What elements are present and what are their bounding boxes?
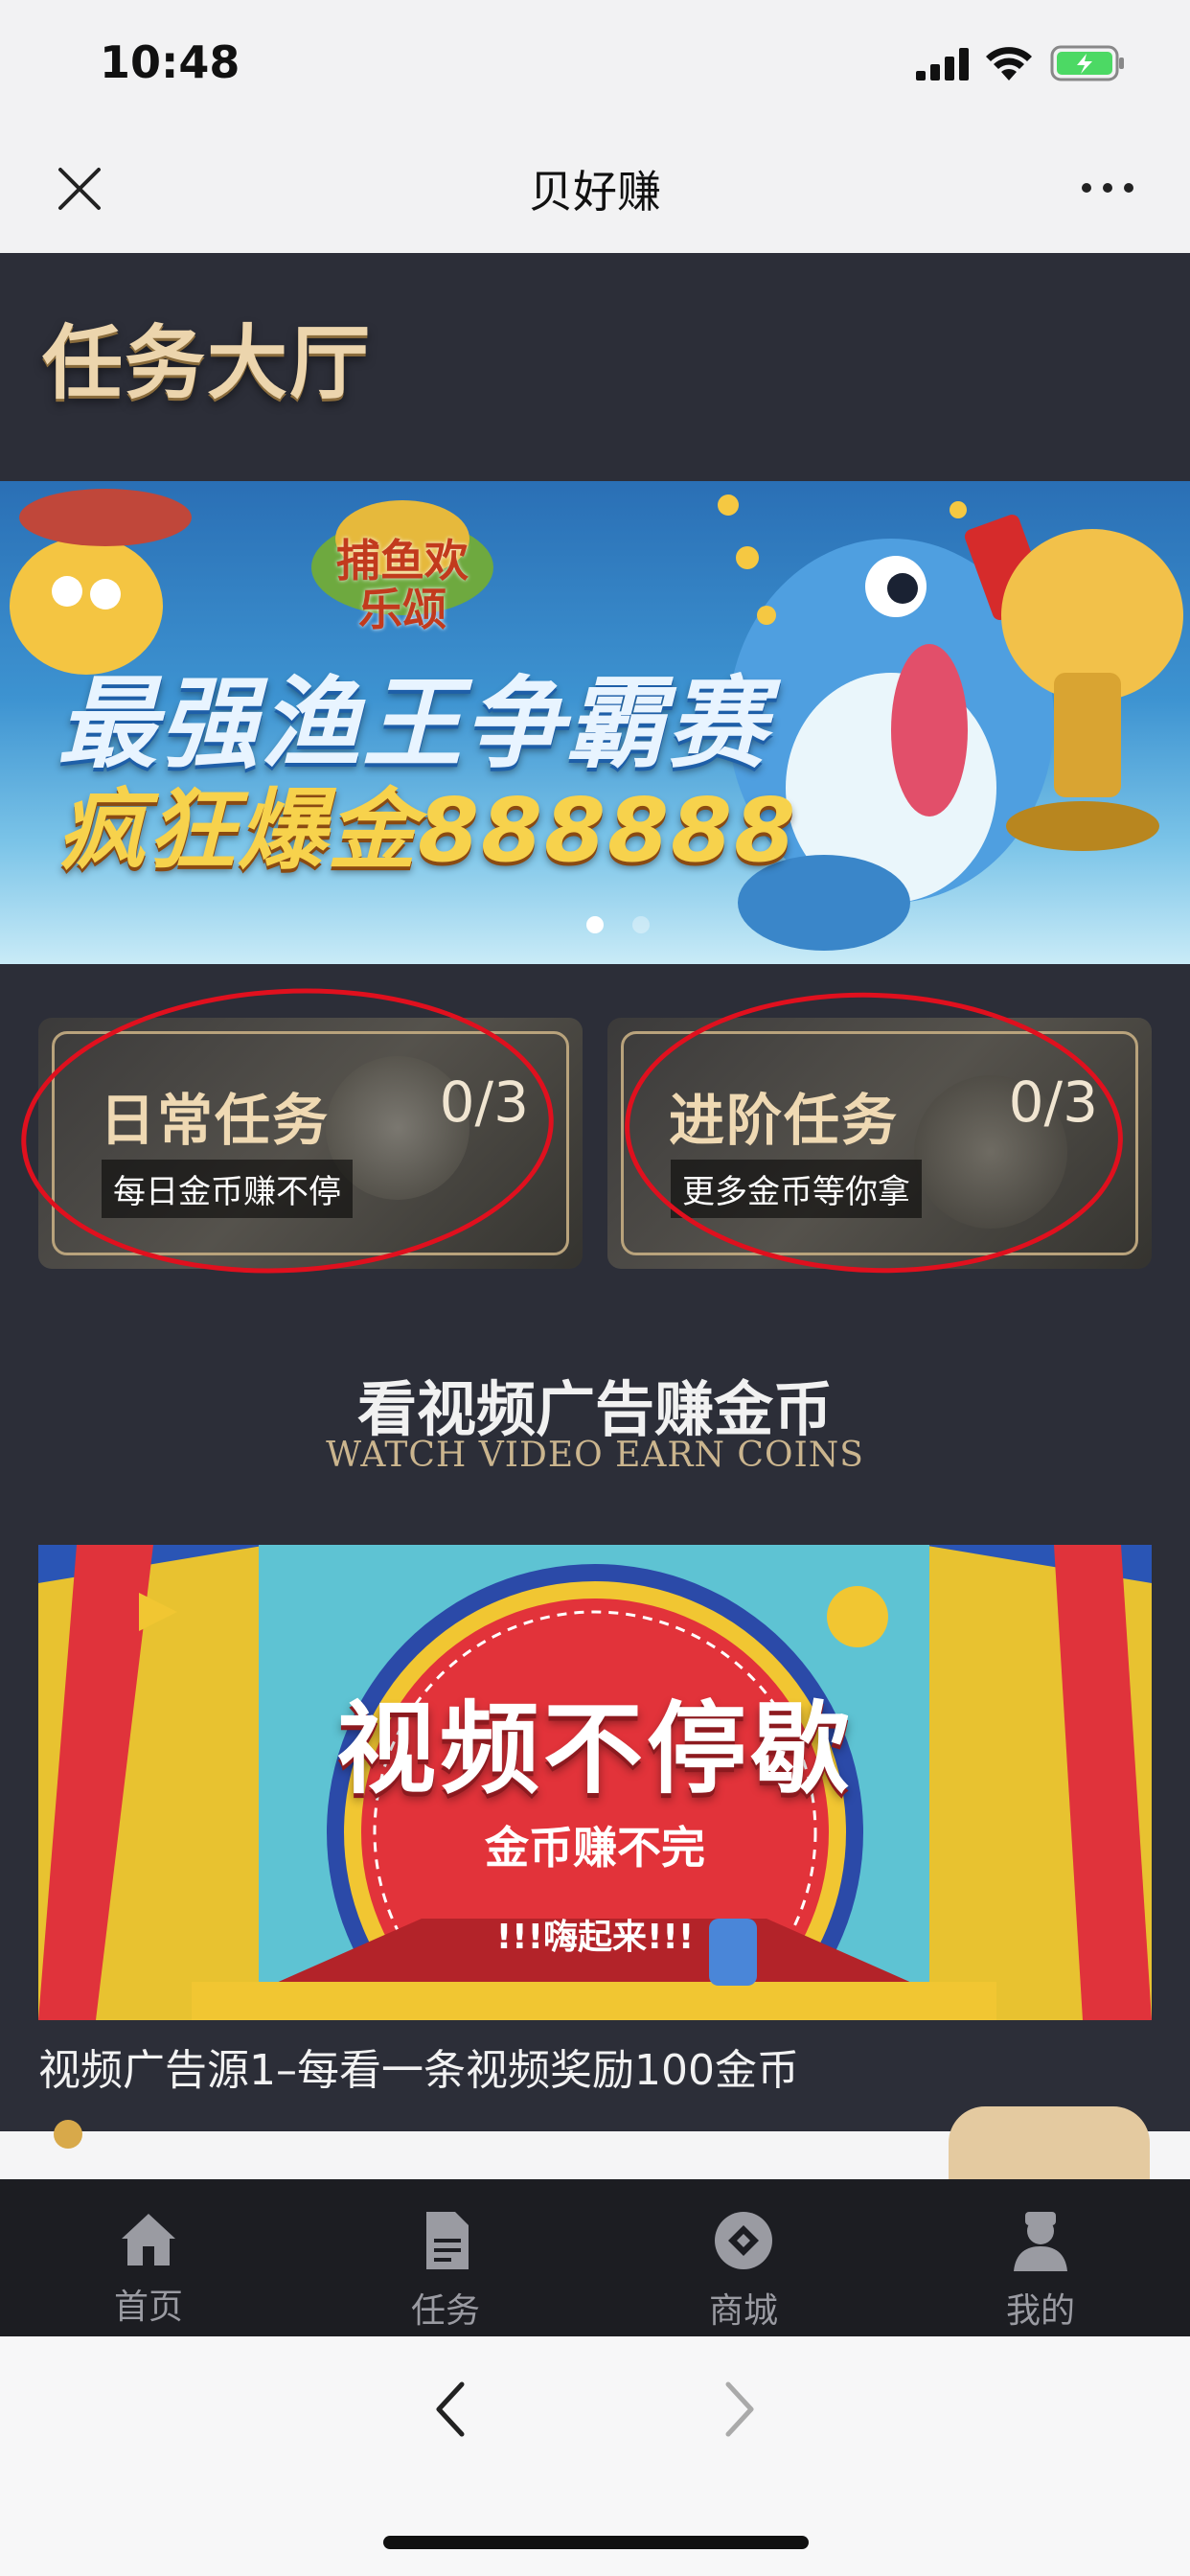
banner-logo: 捕鱼欢乐颂 [336, 535, 469, 635]
more-icon[interactable] [1079, 178, 1136, 197]
wifi-icon [985, 44, 1033, 80]
video-ad-caption: 视频广告源1–每看一条视频奖励100金币 [38, 2046, 799, 2095]
section-title: 看视频广告赚金币 [356, 1374, 833, 1444]
tab-label: 商城 [708, 2291, 778, 2331]
coin-icon [54, 2120, 82, 2149]
battery-icon [1050, 44, 1127, 82]
signal-icon [916, 48, 972, 80]
tab-profile[interactable]: 我的 [945, 2210, 1136, 2333]
tab-label: 我的 [1005, 2291, 1075, 2331]
document-icon [426, 2212, 469, 2269]
video-ad-headline: 视频不停歇 [335, 1690, 854, 1807]
tab-label: 任务 [410, 2291, 480, 2331]
video-ad-tagline: 金币赚不完 [485, 1822, 705, 1874]
back-arrow-icon[interactable] [431, 2380, 469, 2438]
status-time: 10:48 [100, 36, 240, 88]
section-subtitle: WATCH VIDEO EARN COINS [326, 1436, 864, 1475]
hall-title: 任务大厅 [42, 315, 373, 410]
video-ad-card[interactable]: 视频不停歇 金币赚不完 !!!嗨起来!!! [38, 1545, 1152, 2020]
claim-button[interactable] [949, 2106, 1150, 2179]
tab-home[interactable]: 首页 [53, 2210, 244, 2329]
forward-arrow-icon[interactable] [721, 2380, 759, 2438]
video-ad-cheer: !!!嗨起来!!! [495, 1918, 695, 1957]
tab-label: 首页 [113, 2288, 183, 2327]
promo-banner[interactable]: 捕鱼欢乐颂 最强渔王争霸赛 疯狂爆金888888 [0, 481, 1190, 964]
home-icon [122, 2214, 175, 2266]
banner-page-dot-active[interactable] [586, 916, 604, 933]
banner-subheadline: 疯狂爆金888888 [57, 779, 798, 882]
banner-page-dot[interactable] [632, 916, 650, 933]
home-indicator [383, 2536, 809, 2549]
store-icon [715, 2212, 772, 2269]
profile-icon [1014, 2212, 1067, 2271]
page-title: 贝好赚 [529, 166, 661, 218]
tab-tasks[interactable]: 任务 [350, 2210, 541, 2333]
tab-store[interactable]: 商城 [648, 2210, 839, 2333]
